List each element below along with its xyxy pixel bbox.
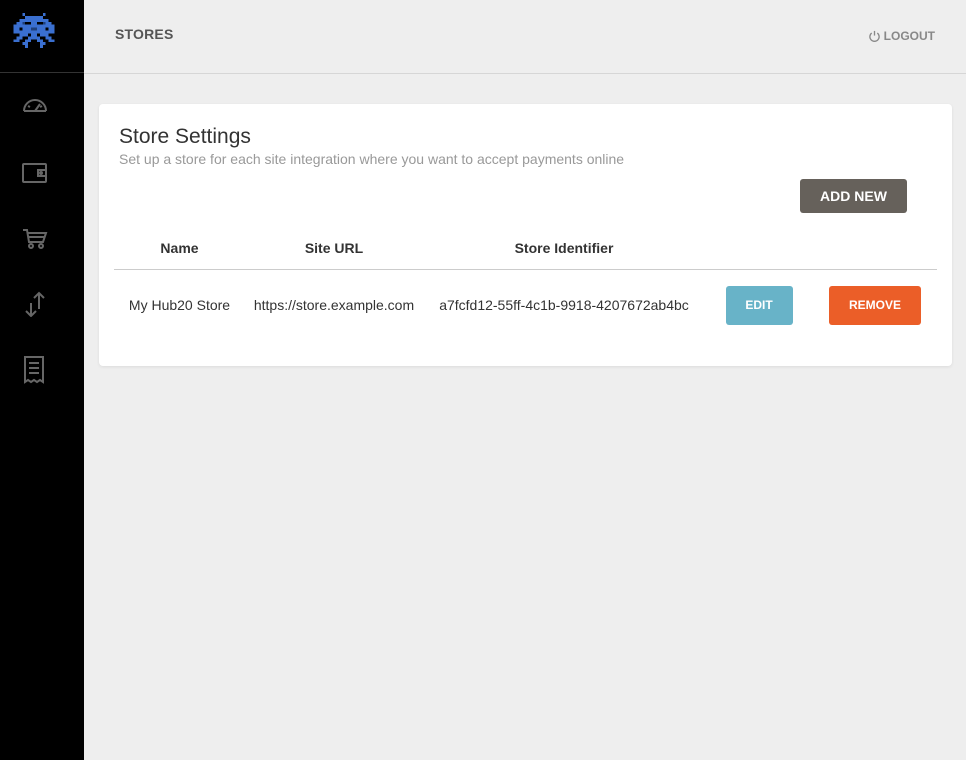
column-header-site-url: Site URL — [245, 228, 423, 270]
app-logo[interactable] — [0, 0, 84, 73]
sidebar-item-receipts[interactable] — [0, 342, 84, 398]
cart-icon — [23, 229, 48, 249]
store-identifier-cell: a7fcfd12-55ff-4c1b-9918-4207672ab4bc — [439, 297, 689, 314]
sidebar-item-wallet[interactable] — [0, 145, 84, 201]
column-header-remove — [813, 228, 937, 270]
store-url-cell: https://store.example.com — [253, 297, 415, 314]
card-title: Store Settings — [119, 125, 251, 148]
table-row: My Hub20 Store https://store.example.com… — [114, 269, 937, 341]
column-header-name: Name — [114, 228, 245, 270]
sidebar-item-cart[interactable] — [0, 211, 84, 267]
remove-cell: REMOVE — [813, 269, 937, 341]
edit-cell: EDIT — [705, 269, 813, 341]
remove-button[interactable]: REMOVE — [829, 285, 921, 325]
logout-button[interactable]: LOGOUT — [868, 29, 935, 43]
space-invader-logo-icon — [13, 13, 55, 49]
store-name-cell: My Hub20 Store — [128, 297, 231, 314]
add-new-button[interactable]: ADD NEW — [800, 179, 907, 213]
dashboard-icon — [23, 99, 47, 112]
column-header-store-identifier: Store Identifier — [423, 228, 705, 270]
transfer-icon — [25, 291, 45, 317]
stores-table: Name Site URL Store Identifier My Hub20 … — [114, 228, 937, 341]
sidebar-item-transfers[interactable] — [0, 276, 84, 332]
top-navbar: STORES LOGOUT — [84, 0, 966, 74]
store-settings-card: Store Settings Set up a store for each s… — [99, 104, 952, 366]
wallet-icon — [22, 163, 47, 183]
sidebar-item-dashboard[interactable] — [0, 78, 84, 134]
receipt-icon — [24, 356, 44, 384]
power-icon — [868, 30, 880, 42]
page-title: STORES — [115, 26, 174, 42]
logout-label: LOGOUT — [883, 29, 935, 43]
edit-button[interactable]: EDIT — [725, 285, 793, 325]
card-subtitle: Set up a store for each site integration… — [119, 151, 625, 167]
sidebar — [0, 0, 84, 760]
table-header-row: Name Site URL Store Identifier — [114, 228, 937, 270]
column-header-edit — [705, 228, 813, 270]
